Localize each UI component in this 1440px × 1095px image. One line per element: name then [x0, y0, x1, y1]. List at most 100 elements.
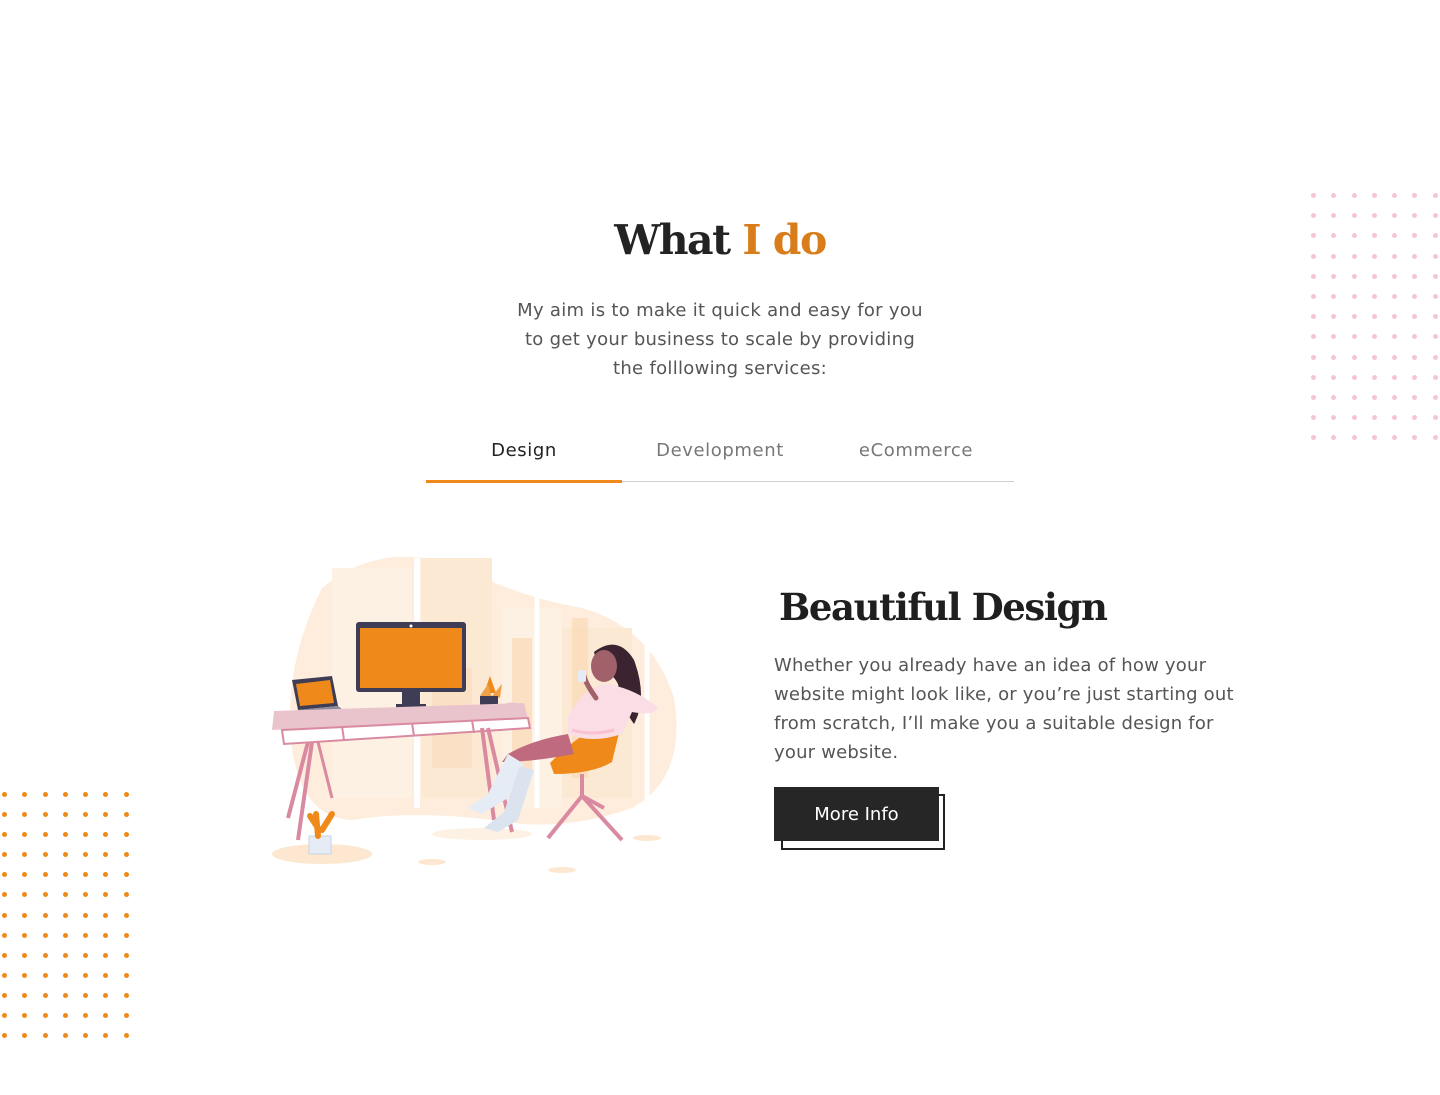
dot — [83, 1033, 89, 1039]
tab-design[interactable]: Design — [426, 420, 622, 483]
dot — [1371, 435, 1377, 441]
dot — [103, 972, 109, 978]
dot — [1371, 415, 1377, 421]
dot — [1331, 374, 1337, 380]
dot — [62, 812, 68, 818]
dot — [22, 832, 28, 838]
dot — [103, 912, 109, 918]
dot — [1412, 273, 1418, 279]
service-tabs: Design Development eCommerce — [426, 420, 1014, 483]
dot — [83, 892, 89, 898]
dot — [103, 952, 109, 958]
dot — [1412, 314, 1418, 320]
dot — [103, 1033, 109, 1039]
dot — [1392, 374, 1398, 380]
dot — [1351, 314, 1357, 320]
dot — [1371, 273, 1377, 279]
dot — [103, 992, 109, 998]
dot — [1311, 193, 1316, 198]
dot — [1392, 354, 1398, 360]
dot — [22, 912, 28, 918]
dot — [123, 992, 129, 998]
dot — [1371, 193, 1377, 198]
dot — [1371, 334, 1377, 340]
dot — [2, 992, 7, 998]
dot — [83, 832, 89, 838]
dot — [62, 852, 68, 858]
dot — [2, 912, 7, 918]
dot — [62, 1033, 68, 1039]
dot — [103, 932, 109, 938]
dot — [1351, 193, 1357, 198]
dot — [123, 792, 129, 797]
dot — [62, 912, 68, 918]
dot — [123, 892, 129, 898]
content-description: Whether you already have an idea of how … — [774, 655, 1234, 763]
dot — [42, 832, 48, 838]
dot — [62, 872, 68, 878]
tab-development[interactable]: Development — [622, 420, 818, 483]
dot — [1311, 293, 1316, 299]
section-title: What I do — [0, 212, 1440, 268]
dot — [123, 932, 129, 938]
intro-line-2: to get your business to scale by providi… — [524, 329, 916, 350]
dot — [62, 792, 68, 797]
dot — [2, 1033, 7, 1039]
dot — [1351, 293, 1357, 299]
dot — [1432, 435, 1438, 441]
dot — [83, 932, 89, 938]
dot — [1311, 415, 1316, 421]
dot — [42, 992, 48, 998]
dot — [22, 952, 28, 958]
dot — [1311, 394, 1316, 400]
dot — [1412, 354, 1418, 360]
intro-line-1: My aim is to make it quick and easy for … — [517, 300, 923, 321]
dot — [2, 892, 7, 898]
dot — [22, 812, 28, 818]
dot — [1412, 193, 1418, 198]
dot — [62, 832, 68, 838]
dot — [83, 872, 89, 878]
dot — [103, 832, 109, 838]
content-title: Beautiful Design — [779, 585, 1108, 629]
dot — [1311, 354, 1316, 360]
dot — [123, 952, 129, 958]
tab-ecommerce[interactable]: eCommerce — [818, 420, 1014, 483]
dot — [83, 1013, 89, 1019]
dot — [123, 1013, 129, 1019]
dot — [22, 792, 28, 797]
dot — [1351, 273, 1357, 279]
dot — [83, 952, 89, 958]
dot — [42, 792, 48, 797]
dot — [1311, 314, 1316, 320]
dot — [1412, 374, 1418, 380]
dot — [42, 1033, 48, 1039]
dot — [103, 1013, 109, 1019]
dot — [42, 932, 48, 938]
section-title-accent: I do — [742, 216, 827, 264]
dot — [83, 972, 89, 978]
dot — [22, 892, 28, 898]
dot — [1371, 374, 1377, 380]
more-info-button[interactable]: More Info — [774, 787, 939, 841]
dot — [1432, 374, 1438, 380]
dot — [1371, 314, 1377, 320]
dot — [1331, 354, 1337, 360]
dot — [62, 932, 68, 938]
dot — [42, 1013, 48, 1019]
dot — [1351, 435, 1357, 441]
dot — [1331, 193, 1337, 198]
dot — [1331, 435, 1337, 441]
dot — [1412, 415, 1418, 421]
dot — [62, 992, 68, 998]
dot — [2, 812, 7, 818]
dot — [1432, 293, 1438, 299]
dot — [1311, 435, 1316, 441]
dot — [1351, 415, 1357, 421]
dot — [103, 812, 109, 818]
dot — [1432, 415, 1438, 421]
dot — [83, 992, 89, 998]
dot — [1392, 314, 1398, 320]
dot — [62, 1013, 68, 1019]
dot — [103, 792, 109, 797]
